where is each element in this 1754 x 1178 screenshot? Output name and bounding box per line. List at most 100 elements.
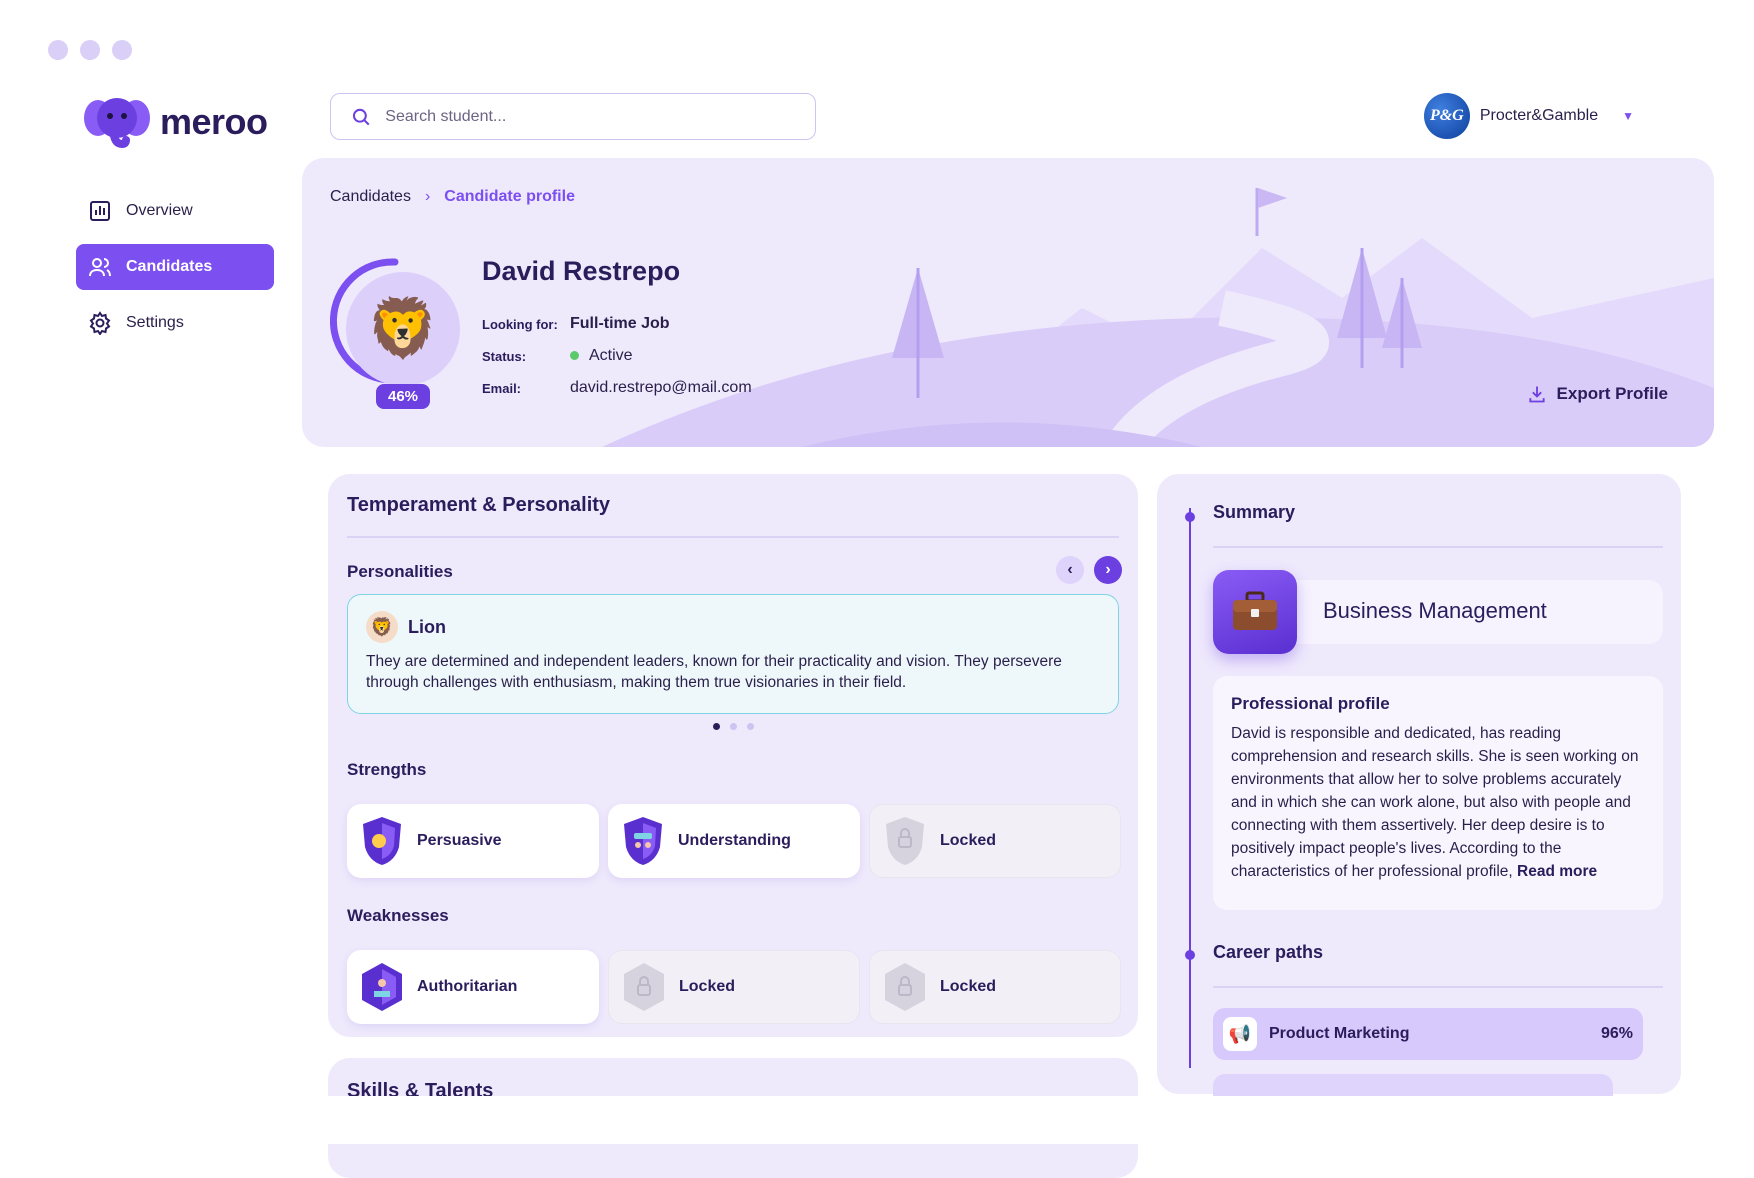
company-logo: P&G bbox=[1423, 93, 1470, 139]
looking-for-label: Looking for: bbox=[482, 316, 558, 332]
read-more-link[interactable]: Read more bbox=[1517, 863, 1597, 880]
chevron-left-icon[interactable]: ‹ bbox=[1056, 556, 1084, 584]
strength-label: Persuasive bbox=[417, 832, 502, 849]
viewport-bottom bbox=[0, 1096, 1754, 1144]
email-value[interactable]: david.restrepo@mail.com bbox=[570, 379, 752, 397]
company-switcher[interactable]: P&G Procter&Gamble ▼ bbox=[1423, 93, 1634, 139]
chevron-right-icon: › bbox=[424, 188, 431, 205]
strength-tile[interactable]: Understanding bbox=[608, 804, 860, 878]
profile-header: Candidates › Candidate profile 🦁 46% Dav… bbox=[302, 158, 1714, 447]
sidebar-item-label: Settings bbox=[126, 314, 184, 331]
chart-icon bbox=[90, 201, 110, 221]
briefcase-icon bbox=[1213, 570, 1297, 654]
weakness-tile-locked: Locked bbox=[869, 950, 1121, 1024]
weakness-label: Locked bbox=[940, 978, 997, 995]
career-path-pct: 96% bbox=[1600, 1025, 1633, 1042]
export-profile-button[interactable]: Export Profile bbox=[1527, 384, 1668, 404]
hexagon-podium-icon bbox=[362, 963, 402, 1011]
sidebar-item-overview[interactable]: Overview bbox=[76, 188, 274, 234]
carousel-controls: ‹ › bbox=[1056, 556, 1122, 584]
pager-dot[interactable] bbox=[730, 723, 737, 730]
status-label: Status: bbox=[482, 348, 527, 364]
weakness-tile[interactable]: Authoritarian bbox=[347, 950, 599, 1024]
email-label: Email: bbox=[482, 380, 522, 396]
strength-label: Locked bbox=[940, 832, 997, 849]
window-dot[interactable] bbox=[112, 40, 132, 60]
timeline-line bbox=[1189, 508, 1191, 1068]
temperament-card: Temperament & Personality Personalities … bbox=[328, 474, 1138, 1037]
summary-card: Summary Business Management Professional… bbox=[1157, 474, 1681, 1126]
strength-label: Understanding bbox=[678, 832, 791, 849]
lion-icon: 🦁 bbox=[366, 611, 398, 643]
weakness-label: Authoritarian bbox=[417, 978, 518, 995]
download-icon bbox=[1528, 386, 1545, 403]
chevron-down-icon[interactable]: ▼ bbox=[1622, 109, 1634, 123]
breadcrumb-current: Candidate profile bbox=[444, 188, 575, 205]
carousel-pager bbox=[713, 723, 754, 730]
chevron-right-icon[interactable]: › bbox=[1094, 556, 1122, 584]
personality-description: They are determined and independent lead… bbox=[366, 653, 1062, 691]
progress-badge: 46% bbox=[376, 384, 431, 409]
career-paths-title: Career paths bbox=[1213, 942, 1324, 962]
lock-icon bbox=[885, 963, 925, 1011]
career-area-label: Business Management bbox=[1323, 598, 1547, 623]
window-dot[interactable] bbox=[48, 40, 68, 60]
users-icon bbox=[89, 258, 111, 277]
weakness-tile-locked: Locked bbox=[608, 950, 860, 1024]
candidate-info: Looking for: Full-time Job Status: Activ… bbox=[482, 308, 752, 404]
personality-card: 🦁 Lion They are determined and independe… bbox=[347, 594, 1119, 714]
sidebar-item-label: Overview bbox=[126, 202, 193, 219]
gear-icon bbox=[89, 311, 111, 335]
lion-avatar-icon: 🦁 bbox=[346, 272, 460, 386]
sidebar-nav: Overview Candidates Settings bbox=[76, 188, 274, 356]
megaphone-icon: 📢 bbox=[1223, 1017, 1257, 1051]
pager-dot[interactable] bbox=[713, 723, 720, 730]
search-input[interactable] bbox=[385, 107, 795, 126]
summary-title: Summary bbox=[1213, 502, 1296, 522]
brand-name: meroo bbox=[160, 101, 268, 142]
strength-tile-locked: Locked bbox=[869, 804, 1121, 878]
career-area: Business Management bbox=[1213, 570, 1663, 654]
professional-profile: Professional profile David is responsibl… bbox=[1213, 676, 1663, 910]
strength-tile[interactable]: Persuasive bbox=[347, 804, 599, 878]
professional-profile-body: David is responsible and dedicated, has … bbox=[1231, 725, 1639, 880]
search-bar bbox=[330, 93, 816, 140]
export-profile-label: Export Profile bbox=[1556, 384, 1668, 403]
elephant-icon bbox=[84, 98, 150, 148]
temperament-title: Temperament & Personality bbox=[347, 494, 611, 516]
divider bbox=[1213, 986, 1663, 988]
shield-megaphone-icon bbox=[363, 817, 401, 865]
career-path-name: Product Marketing bbox=[1269, 1025, 1410, 1042]
professional-profile-title: Professional profile bbox=[1231, 694, 1390, 713]
lock-icon bbox=[886, 817, 924, 865]
sidebar-item-label: Candidates bbox=[126, 258, 213, 275]
weaknesses-heading: Weaknesses bbox=[347, 906, 449, 925]
brand-logo[interactable]: meroo bbox=[84, 96, 268, 148]
timeline-dot bbox=[1185, 512, 1195, 522]
company-name: Procter&Gamble bbox=[1479, 107, 1599, 124]
personalities-heading: Personalities bbox=[347, 562, 453, 581]
pager-dot[interactable] bbox=[747, 723, 754, 730]
career-path-item[interactable]: 📢 Product Marketing 96% bbox=[1213, 1008, 1643, 1060]
breadcrumb-parent[interactable]: Candidates bbox=[330, 188, 411, 206]
window-controls bbox=[48, 40, 132, 60]
sidebar-item-candidates[interactable]: Candidates bbox=[76, 244, 274, 290]
weaknesses-list: Authoritarian Locked Locked bbox=[347, 950, 1121, 1024]
shield-people-icon bbox=[624, 817, 662, 865]
timeline-dot bbox=[1185, 950, 1195, 960]
search-icon bbox=[352, 108, 370, 125]
professional-profile-text: David is responsible and dedicated, has … bbox=[1231, 722, 1645, 883]
weakness-label: Locked bbox=[679, 978, 736, 995]
divider bbox=[1213, 546, 1663, 548]
candidate-name: David Restrepo bbox=[482, 256, 681, 286]
personality-name: Lion bbox=[408, 616, 446, 637]
status-dot-icon bbox=[570, 351, 579, 360]
divider bbox=[347, 536, 1119, 538]
lock-icon bbox=[624, 963, 664, 1011]
window-dot[interactable] bbox=[80, 40, 100, 60]
avatar: 🦁 46% bbox=[330, 256, 460, 409]
sidebar-item-settings[interactable]: Settings bbox=[76, 300, 274, 346]
strengths-heading: Strengths bbox=[347, 760, 427, 779]
breadcrumb: Candidates › Candidate profile bbox=[330, 188, 575, 206]
strengths-list: Persuasive Understanding Locked bbox=[347, 804, 1121, 878]
